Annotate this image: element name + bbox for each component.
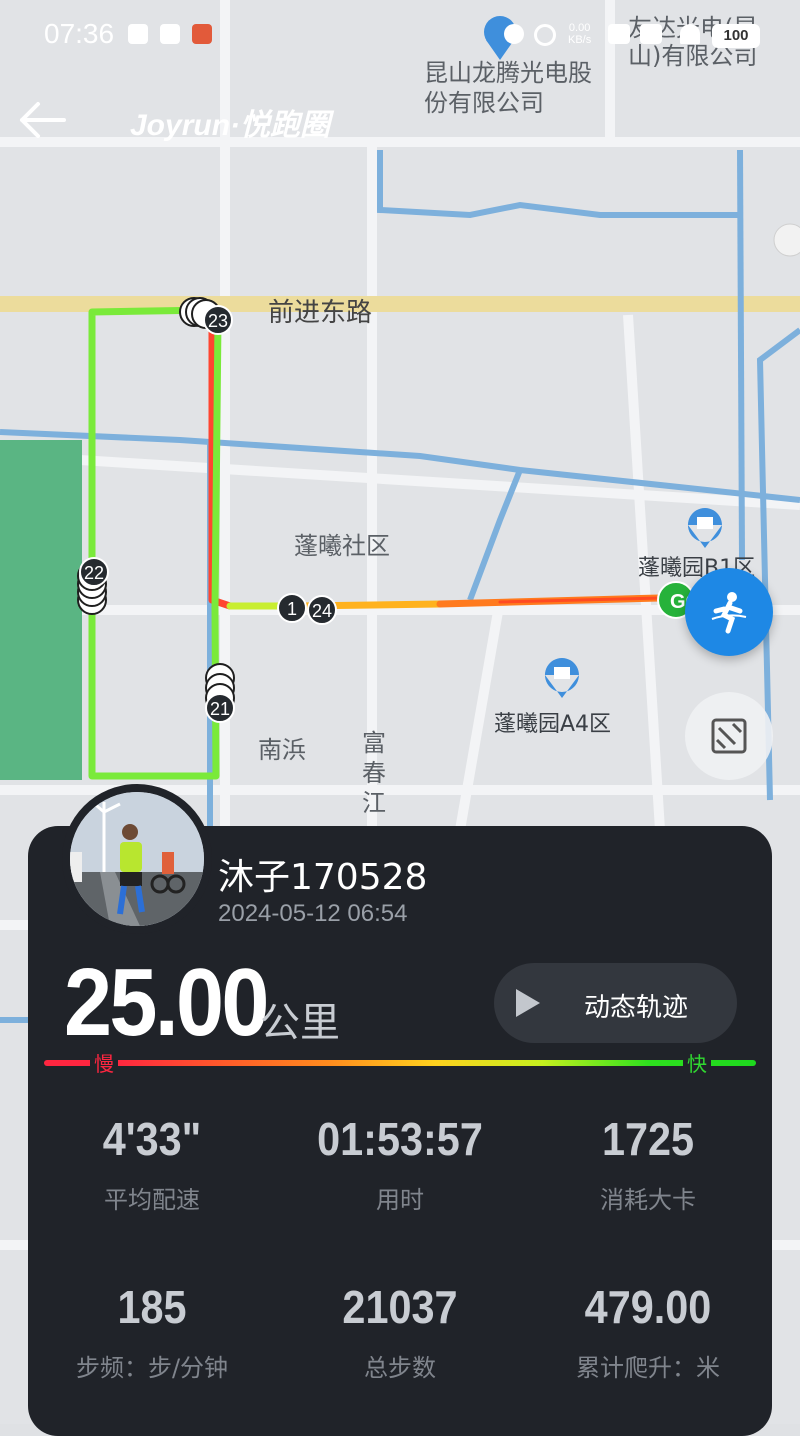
stat-duration: 01:53:57 用时 xyxy=(276,1112,524,1215)
stat-label: 步频：步/分钟 xyxy=(75,1354,229,1382)
play-icon xyxy=(516,989,540,1017)
pace-slow-label: 慢 xyxy=(90,1048,118,1077)
signal-icon xyxy=(608,24,630,44)
status-time: 07:36 xyxy=(44,18,115,49)
stat-value: 21037 xyxy=(342,1281,458,1333)
avatar-photo xyxy=(70,792,204,926)
marker-22-label: 22 xyxy=(84,563,104,583)
marker-23-label: 23 xyxy=(208,311,228,331)
runner-replay-button[interactable] xyxy=(685,568,773,656)
stat-avg-pace: 4'33" 平均配速 xyxy=(28,1112,276,1215)
stat-value: 479.00 xyxy=(584,1281,712,1333)
notification-icon xyxy=(128,24,148,44)
stat-steps: 21037 总步数 xyxy=(276,1280,524,1383)
stat-elevation: 479.00 累计爬升：米 xyxy=(524,1280,772,1383)
net-speed-unit: KB/s xyxy=(568,34,592,46)
stat-value: 01:53:57 xyxy=(317,1113,483,1165)
marker-1-label: 1 xyxy=(287,599,297,619)
stat-cadence: 185 步频：步/分钟 xyxy=(28,1280,276,1383)
poi-pin-icon xyxy=(773,223,800,257)
distance-value: 25.00 xyxy=(64,949,269,1056)
stat-label: 平均配速 xyxy=(104,1186,200,1214)
stat-label: 消耗大卡 xyxy=(600,1186,696,1214)
map-label-community: 蓬曦社区 xyxy=(294,532,390,560)
stat-label: 用时 xyxy=(376,1186,424,1214)
signal-icon xyxy=(640,24,662,44)
back-arrow-icon[interactable] xyxy=(18,100,68,140)
map-label-road: 前进东路 xyxy=(268,298,373,328)
stat-value: 1725 xyxy=(601,1113,695,1165)
stat-value: 185 xyxy=(117,1281,187,1333)
stat-label: 总步数 xyxy=(364,1354,436,1382)
dynamic-track-label: 动态轨迹 xyxy=(584,993,689,1023)
app-brand: Joyrun·悦跑圈 xyxy=(130,109,331,142)
map-label-area-a4: 蓬曦园A4区 xyxy=(494,712,612,737)
map-label-nanbang: 南浜 xyxy=(258,736,306,764)
distance-unit: 公里 xyxy=(260,1000,340,1046)
user-name[interactable]: 沐子170528 xyxy=(218,848,427,900)
net-speed: 0.00 KB/s xyxy=(568,22,591,46)
speedometer-icon xyxy=(534,24,556,46)
battery-icon: 100 xyxy=(712,24,760,48)
run-datetime: 2024-05-12 06:54 xyxy=(218,900,408,927)
map-label-fuchun: 富春江 xyxy=(362,729,386,817)
marker-21-label: 21 xyxy=(210,699,230,719)
map-fit-button[interactable] xyxy=(685,692,773,780)
runner-icon xyxy=(711,592,747,634)
marker-24-label: 24 xyxy=(312,601,332,621)
notification-icon xyxy=(160,24,180,44)
pace-fast-label: 快 xyxy=(683,1048,711,1077)
stat-value: 4'33" xyxy=(102,1113,202,1165)
pace-gradient-bar xyxy=(44,1060,756,1066)
status-bar: 07:36 0.00 KB/s 100 xyxy=(0,0,800,70)
expand-map-icon xyxy=(711,718,747,754)
notification-icon xyxy=(192,24,212,44)
net-speed-value: 0.00 xyxy=(568,22,591,34)
dynamic-track-button[interactable]: 动态轨迹 xyxy=(494,963,737,1043)
stat-calories: 1725 消耗大卡 xyxy=(524,1112,772,1215)
stat-label: 累计爬升：米 xyxy=(576,1354,720,1382)
avatar[interactable] xyxy=(70,792,204,926)
wifi-icon xyxy=(680,24,700,44)
alarm-icon xyxy=(504,24,524,44)
